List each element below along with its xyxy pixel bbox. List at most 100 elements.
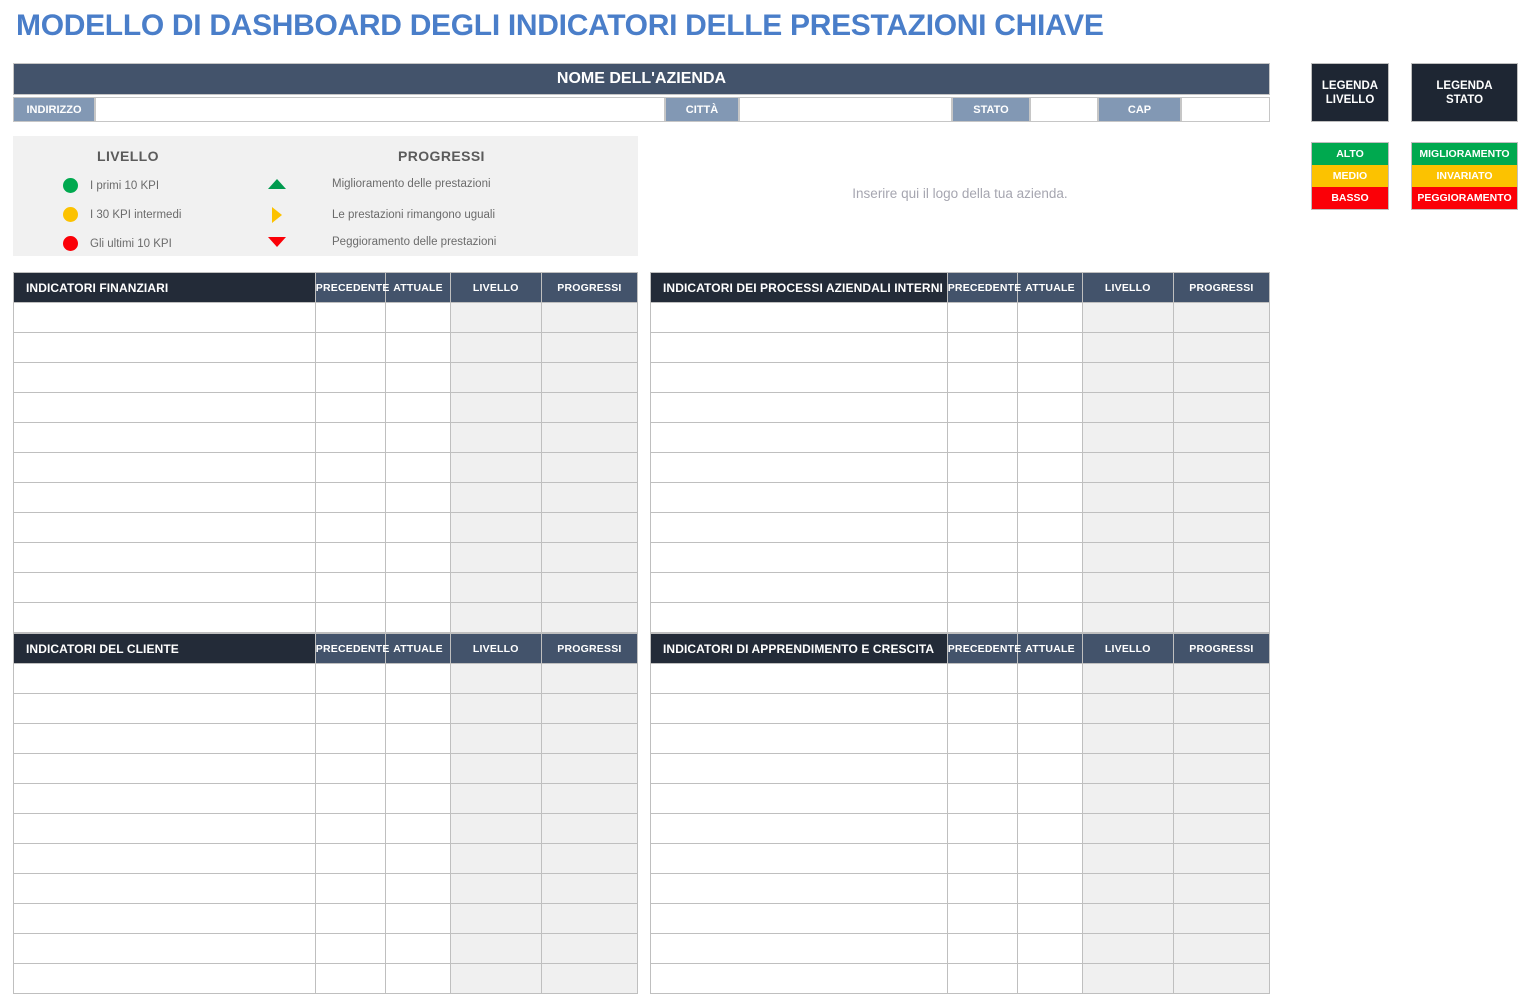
precedente-cell[interactable] [946, 392, 1019, 423]
kpi-name-cell[interactable] [650, 693, 948, 724]
attuale-cell[interactable] [1017, 963, 1083, 994]
attuale-cell[interactable] [385, 602, 451, 633]
progressi-cell[interactable] [540, 693, 639, 724]
kpi-name-cell[interactable] [650, 542, 948, 573]
kpi-name-cell[interactable] [650, 843, 948, 874]
precedente-cell[interactable] [314, 783, 387, 814]
kpi-name-cell[interactable] [13, 452, 316, 483]
precedente-cell[interactable] [946, 572, 1019, 603]
progressi-cell[interactable] [540, 392, 639, 423]
livello-cell[interactable] [449, 332, 542, 363]
livello-cell[interactable] [449, 572, 542, 603]
precedente-cell[interactable] [314, 602, 387, 633]
precedente-cell[interactable] [946, 903, 1019, 934]
progressi-cell[interactable] [540, 783, 639, 814]
progressi-cell[interactable] [1172, 452, 1271, 483]
kpi-name-cell[interactable] [13, 753, 316, 784]
attuale-cell[interactable] [1017, 362, 1083, 393]
progressi-cell[interactable] [540, 572, 639, 603]
kpi-name-cell[interactable] [13, 302, 316, 333]
precedente-cell[interactable] [946, 362, 1019, 393]
progressi-cell[interactable] [1172, 332, 1271, 363]
progressi-cell[interactable] [1172, 572, 1271, 603]
kpi-name-cell[interactable] [650, 392, 948, 423]
livello-cell[interactable] [449, 933, 542, 964]
precedente-cell[interactable] [946, 693, 1019, 724]
livello-cell[interactable] [449, 452, 542, 483]
precedente-cell[interactable] [314, 332, 387, 363]
kpi-name-cell[interactable] [650, 753, 948, 784]
attuale-cell[interactable] [385, 963, 451, 994]
kpi-name-cell[interactable] [650, 512, 948, 543]
kpi-name-cell[interactable] [13, 933, 316, 964]
progressi-cell[interactable] [540, 362, 639, 393]
kpi-name-cell[interactable] [650, 903, 948, 934]
kpi-name-cell[interactable] [13, 813, 316, 844]
kpi-name-cell[interactable] [13, 873, 316, 904]
livello-cell[interactable] [449, 362, 542, 393]
precedente-cell[interactable] [946, 783, 1019, 814]
kpi-name-cell[interactable] [13, 512, 316, 543]
livello-cell[interactable] [449, 663, 542, 694]
attuale-cell[interactable] [1017, 843, 1083, 874]
progressi-cell[interactable] [540, 873, 639, 904]
kpi-name-cell[interactable] [650, 663, 948, 694]
attuale-cell[interactable] [385, 332, 451, 363]
attuale-cell[interactable] [385, 663, 451, 694]
precedente-cell[interactable] [946, 602, 1019, 633]
progressi-cell[interactable] [1172, 753, 1271, 784]
livello-cell[interactable] [1081, 873, 1174, 904]
kpi-name-cell[interactable] [13, 572, 316, 603]
precedente-cell[interactable] [314, 482, 387, 513]
precedente-cell[interactable] [314, 542, 387, 573]
progressi-cell[interactable] [1172, 663, 1271, 694]
attuale-cell[interactable] [1017, 753, 1083, 784]
progressi-cell[interactable] [540, 903, 639, 934]
progressi-cell[interactable] [540, 452, 639, 483]
livello-cell[interactable] [1081, 302, 1174, 333]
attuale-cell[interactable] [385, 723, 451, 754]
livello-cell[interactable] [449, 723, 542, 754]
progressi-cell[interactable] [540, 753, 639, 784]
address-input[interactable] [95, 97, 665, 122]
livello-cell[interactable] [449, 542, 542, 573]
attuale-cell[interactable] [385, 302, 451, 333]
progressi-cell[interactable] [1172, 362, 1271, 393]
kpi-name-cell[interactable] [13, 542, 316, 573]
kpi-name-cell[interactable] [650, 813, 948, 844]
progressi-cell[interactable] [540, 963, 639, 994]
attuale-cell[interactable] [1017, 723, 1083, 754]
attuale-cell[interactable] [385, 362, 451, 393]
livello-cell[interactable] [1081, 332, 1174, 363]
attuale-cell[interactable] [1017, 512, 1083, 543]
livello-cell[interactable] [449, 602, 542, 633]
kpi-name-cell[interactable] [650, 302, 948, 333]
progressi-cell[interactable] [1172, 602, 1271, 633]
kpi-name-cell[interactable] [13, 602, 316, 633]
progressi-cell[interactable] [1172, 693, 1271, 724]
kpi-name-cell[interactable] [650, 362, 948, 393]
livello-cell[interactable] [1081, 542, 1174, 573]
progressi-cell[interactable] [540, 723, 639, 754]
precedente-cell[interactable] [314, 302, 387, 333]
livello-cell[interactable] [449, 873, 542, 904]
attuale-cell[interactable] [385, 873, 451, 904]
precedente-cell[interactable] [314, 843, 387, 874]
attuale-cell[interactable] [1017, 903, 1083, 934]
progressi-cell[interactable] [540, 843, 639, 874]
precedente-cell[interactable] [946, 452, 1019, 483]
precedente-cell[interactable] [314, 362, 387, 393]
livello-cell[interactable] [1081, 362, 1174, 393]
livello-cell[interactable] [1081, 753, 1174, 784]
livello-cell[interactable] [1081, 903, 1174, 934]
attuale-cell[interactable] [1017, 392, 1083, 423]
precedente-cell[interactable] [946, 813, 1019, 844]
progressi-cell[interactable] [1172, 723, 1271, 754]
attuale-cell[interactable] [385, 482, 451, 513]
attuale-cell[interactable] [1017, 332, 1083, 363]
kpi-name-cell[interactable] [13, 723, 316, 754]
precedente-cell[interactable] [946, 723, 1019, 754]
livello-cell[interactable] [449, 813, 542, 844]
progressi-cell[interactable] [540, 512, 639, 543]
progressi-cell[interactable] [540, 332, 639, 363]
